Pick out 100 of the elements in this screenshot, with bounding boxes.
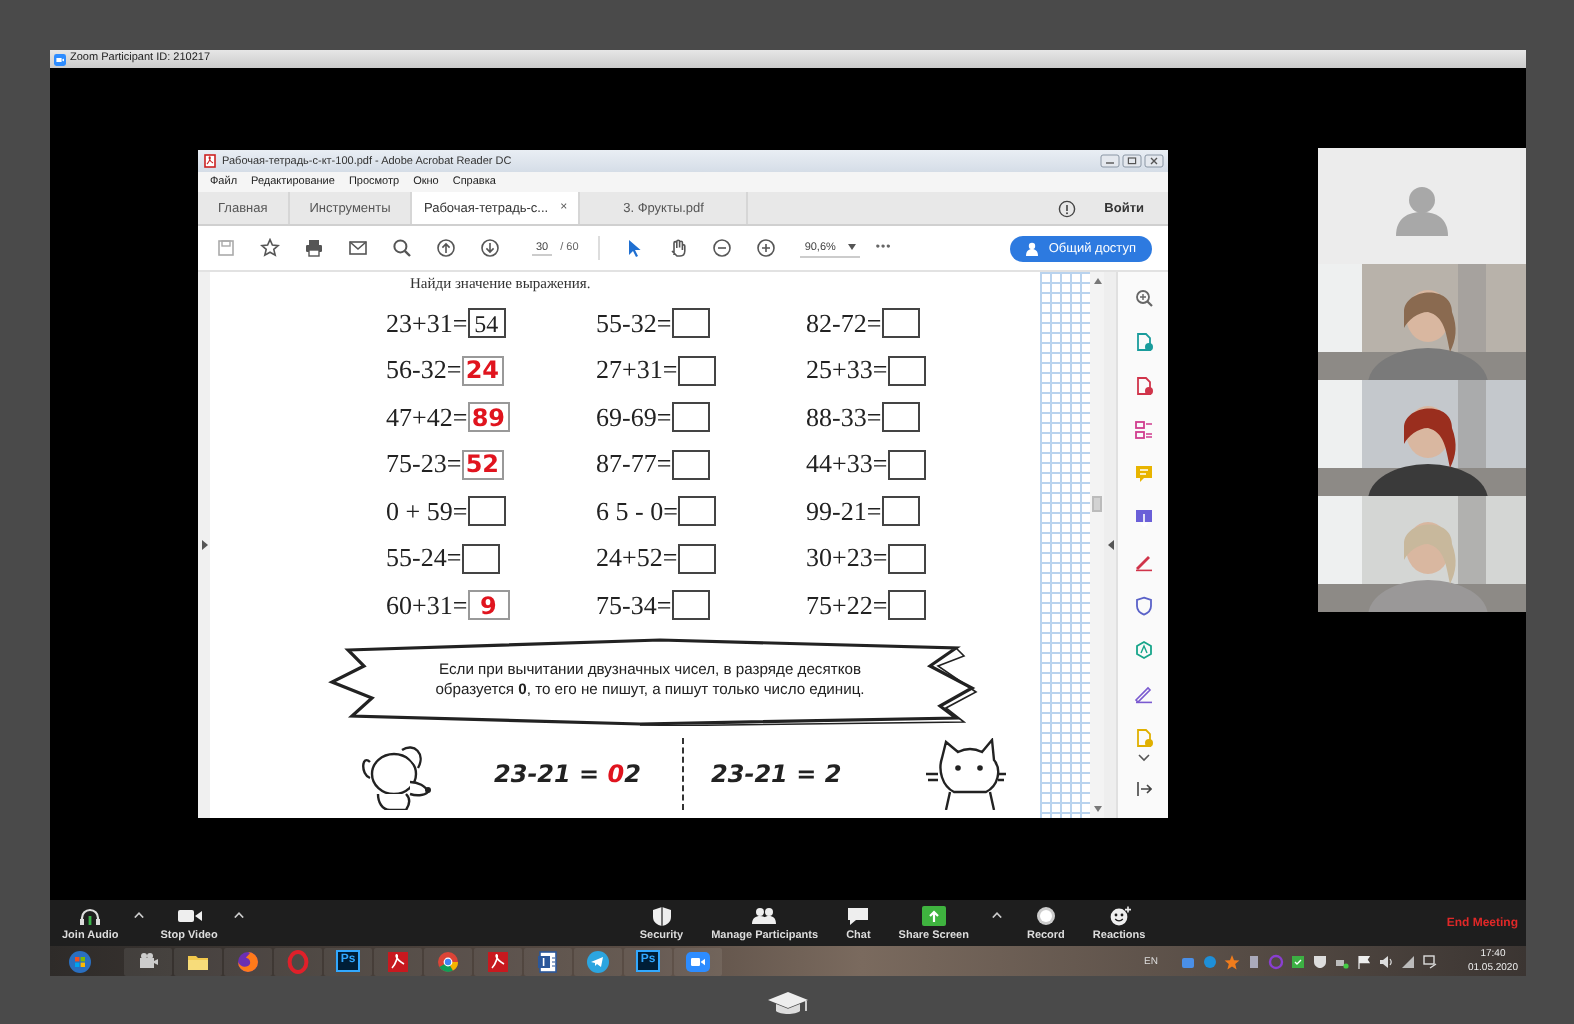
math-expression: 99-21= xyxy=(806,495,882,528)
answer-box: 54 xyxy=(467,308,506,339)
answer-box xyxy=(671,449,710,480)
taskbar-button[interactable] xyxy=(124,947,172,975)
scrollbar[interactable] xyxy=(1090,272,1104,818)
zoom-out-icon[interactable] xyxy=(712,238,733,258)
taskbar-button[interactable] xyxy=(574,947,622,975)
shield-icon[interactable] xyxy=(1311,953,1328,969)
caret-icon xyxy=(847,244,856,250)
mail-icon[interactable] xyxy=(348,238,368,258)
minimize-icon[interactable] xyxy=(1100,154,1120,168)
answer-box: 9 xyxy=(467,590,510,621)
graduation-cap-icon xyxy=(766,990,810,1018)
export-icon[interactable] xyxy=(1133,508,1153,528)
math-expression: 87-77= xyxy=(596,448,672,481)
browser-icon xyxy=(236,949,260,973)
flag-icon[interactable] xyxy=(1355,953,1372,969)
ring-icon xyxy=(286,949,310,973)
video-camera-icon xyxy=(686,949,710,973)
exit-icon[interactable] xyxy=(1135,782,1151,796)
answer-box xyxy=(677,543,716,574)
speaker-icon[interactable] xyxy=(1377,953,1394,969)
shield-icon xyxy=(649,905,674,925)
math-expression: 44+33= xyxy=(806,448,888,481)
caret-icon[interactable] xyxy=(992,912,1003,918)
answer-box xyxy=(677,355,716,386)
math-expression: 30+23= xyxy=(806,542,888,575)
check-icon[interactable] xyxy=(1289,953,1306,969)
headphones-icon xyxy=(78,905,103,925)
answer-box xyxy=(671,402,710,433)
pen-icon[interactable] xyxy=(1133,552,1153,572)
answer-box: 24 xyxy=(461,355,504,386)
document-icon xyxy=(536,949,560,973)
layout-icon[interactable] xyxy=(1133,420,1153,440)
document-icon[interactable] xyxy=(1133,332,1153,352)
taskbar-button[interactable] xyxy=(674,947,722,975)
star-icon[interactable] xyxy=(260,238,280,258)
math-expression: 60+31= xyxy=(386,589,468,622)
document-icon[interactable] xyxy=(1133,376,1153,396)
close-icon[interactable] xyxy=(1144,154,1164,168)
answer-box xyxy=(887,590,926,621)
start-icon xyxy=(68,949,92,973)
person-icon xyxy=(1026,241,1041,255)
taskbar-button[interactable] xyxy=(424,947,472,975)
math-expression: 56-32= xyxy=(386,354,462,387)
cat-drawing xyxy=(925,737,1006,809)
zoom-search-icon[interactable] xyxy=(1133,288,1153,308)
answer-box xyxy=(461,543,500,574)
pdf-icon xyxy=(486,949,510,973)
taskbar-button[interactable] xyxy=(374,947,422,975)
next-page-icon[interactable] xyxy=(480,238,500,258)
answer-box xyxy=(671,308,710,339)
shield-icon[interactable] xyxy=(1133,596,1153,616)
taskbar-button[interactable] xyxy=(474,947,522,975)
print-icon[interactable] xyxy=(304,238,324,258)
math-expression: 23+31= xyxy=(386,307,468,340)
taskbar-button[interactable] xyxy=(224,947,272,975)
chat-icon xyxy=(846,905,871,925)
answer-box xyxy=(881,402,920,433)
math-expression: 69-69= xyxy=(596,401,672,434)
scroll-up-icon xyxy=(1093,278,1101,284)
answer-box xyxy=(671,590,710,621)
zoom-in-icon[interactable] xyxy=(756,238,777,258)
answer-box: 52 xyxy=(461,449,504,480)
paper-plane-icon xyxy=(586,949,610,973)
math-expression: 0 + 59= xyxy=(386,495,468,528)
math-expression: 6 5 - 0= xyxy=(596,495,678,528)
maximize-icon[interactable] xyxy=(1122,154,1142,168)
pen-icon[interactable] xyxy=(1133,684,1153,704)
taskbar-button[interactable] xyxy=(174,947,222,975)
chevron-icon[interactable] xyxy=(1137,754,1149,762)
search-icon[interactable] xyxy=(392,238,412,258)
answer-box xyxy=(887,543,926,574)
camera-icon xyxy=(54,53,66,65)
math-expression: 55-24= xyxy=(386,542,462,575)
signal-icon[interactable] xyxy=(1399,953,1416,969)
answer-box xyxy=(467,496,506,527)
answer-box xyxy=(677,496,716,527)
math-expression: 75-23= xyxy=(386,448,462,481)
answer-box xyxy=(881,308,920,339)
answer-box xyxy=(887,449,926,480)
pointer-icon[interactable] xyxy=(624,238,645,258)
stamp-icon[interactable] xyxy=(1133,640,1153,660)
hand-icon[interactable] xyxy=(668,238,689,258)
caret-icon[interactable] xyxy=(134,912,145,918)
share-screen-icon xyxy=(921,905,946,925)
previous-page-icon[interactable] xyxy=(436,238,456,258)
caret-icon[interactable] xyxy=(233,912,244,918)
example-equation: 23-21 = 02 xyxy=(494,759,642,787)
monitor-icon[interactable] xyxy=(1421,953,1438,969)
avatar-icon xyxy=(1396,184,1448,236)
example-equation: 23-21 = 2 xyxy=(711,759,842,787)
browser-icon xyxy=(436,949,460,973)
star-icon[interactable] xyxy=(1223,953,1240,969)
math-expression: 75+22= xyxy=(806,589,888,622)
pdf-icon xyxy=(386,949,410,973)
help-icon[interactable] xyxy=(1058,199,1077,217)
taskbar-button[interactable] xyxy=(524,947,572,975)
scroll-thumb[interactable] xyxy=(1092,496,1102,512)
record-icon xyxy=(1033,905,1058,925)
